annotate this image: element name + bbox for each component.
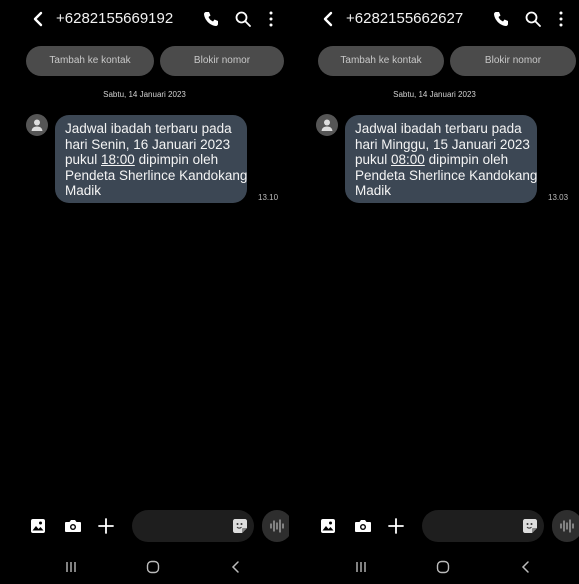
more-options-button[interactable] [556, 10, 566, 28]
search-icon [525, 11, 541, 27]
image-icon [321, 519, 335, 533]
voice-wave-icon [270, 519, 284, 533]
recents-icon [66, 562, 76, 572]
message-line: hari Minggu, 15 Januari 2023 [355, 136, 530, 152]
sender-avatar[interactable] [26, 114, 48, 136]
phone-screen-left: +6282155669192 Tambah ke kontak Blokir n… [0, 0, 289, 584]
sender-avatar[interactable] [316, 114, 338, 136]
person-icon [321, 119, 333, 131]
message-line: Jadwal ibadah terbaru pada [355, 121, 522, 136]
message-line: hari Senin, 16 Januari 2023 [65, 136, 231, 152]
home-button[interactable] [146, 560, 160, 574]
voice-wave-icon [560, 519, 574, 533]
plus-icon [98, 518, 114, 534]
search-button[interactable] [234, 10, 252, 28]
gallery-button[interactable] [30, 518, 46, 534]
back-chevron-icon [521, 561, 529, 573]
sticker-icon [523, 519, 537, 533]
home-icon [436, 560, 450, 574]
message-line: pukul 08:00 dipimpin oleh [355, 152, 537, 168]
message-line: pukul 18:00 dipimpin oleh [65, 152, 247, 168]
system-navigation-bar [0, 556, 289, 580]
more-options-button[interactable] [266, 10, 276, 28]
person-icon [31, 119, 43, 131]
recents-button[interactable] [64, 560, 78, 574]
message-line: Pendeta Sherlince Kandokang [65, 167, 248, 183]
message-text: pukul [65, 152, 102, 167]
image-icon [31, 519, 45, 533]
home-button[interactable] [436, 560, 450, 574]
camera-icon [355, 520, 371, 532]
block-number-button[interactable]: Blokir nomor [450, 46, 576, 76]
attach-more-button[interactable] [386, 516, 406, 536]
camera-button[interactable] [64, 518, 82, 534]
gallery-button[interactable] [320, 518, 336, 534]
search-button[interactable] [524, 10, 542, 28]
date-separator: Sabtu, 14 Januari 2023 [393, 90, 476, 99]
contact-phone-number: +6282155669192 [56, 10, 174, 27]
nav-back-button[interactable] [230, 560, 242, 574]
screenshot-collage: +6282155669192 Tambah ke kontak Blokir n… [0, 0, 579, 584]
message-timestamp: 13.03 [548, 193, 569, 202]
message-line: Madik [355, 183, 392, 198]
system-navigation-bar [290, 556, 579, 580]
phone-icon [204, 12, 218, 26]
message-bubble[interactable]: Jadwal ibadah terbaru pada hari Minggu, … [345, 115, 537, 203]
search-icon [235, 11, 251, 27]
sticker-icon [233, 519, 247, 533]
add-to-contacts-button[interactable]: Tambah ke kontak [318, 46, 444, 76]
voice-record-button[interactable] [552, 510, 579, 542]
back-button[interactable] [30, 10, 48, 28]
nav-back-button[interactable] [520, 560, 532, 574]
message-line: Jadwal ibadah terbaru pada [65, 121, 232, 136]
date-separator: Sabtu, 14 Januari 2023 [103, 90, 186, 99]
message-line: Pendeta Sherlince Kandokang [355, 167, 538, 183]
block-number-button[interactable]: Blokir nomor [160, 46, 284, 76]
conversation-header: +6282155662627 [290, 0, 579, 38]
contact-phone-number: +6282155662627 [346, 10, 464, 27]
camera-icon [65, 520, 81, 532]
call-button[interactable] [202, 10, 220, 28]
more-vertical-icon [559, 11, 563, 27]
message-text: dipimpin oleh [424, 152, 509, 167]
chevron-left-icon [323, 11, 333, 27]
time-link[interactable]: 18:00 [101, 152, 135, 167]
recents-button[interactable] [354, 560, 368, 574]
message-line: Madik [65, 183, 102, 198]
recents-icon [356, 562, 366, 572]
compose-bar [0, 508, 289, 544]
voice-record-button[interactable] [262, 510, 289, 542]
time-link[interactable]: 08:00 [391, 152, 425, 167]
back-chevron-icon [231, 561, 239, 573]
phone-screen-right: +6282155662627 Tambah ke kontak Blokir n… [290, 0, 579, 584]
message-bubble[interactable]: Jadwal ibadah terbaru pada hari Senin, 1… [55, 115, 247, 203]
back-button[interactable] [320, 10, 338, 28]
sticker-button[interactable] [232, 518, 248, 534]
plus-icon [388, 518, 404, 534]
compose-bar [290, 508, 579, 544]
call-button[interactable] [492, 10, 510, 28]
message-text: pukul [355, 152, 392, 167]
home-icon [146, 560, 160, 574]
sticker-button[interactable] [522, 518, 538, 534]
message-text: dipimpin oleh [134, 152, 219, 167]
message-timestamp: 13.10 [258, 193, 279, 202]
more-vertical-icon [269, 11, 273, 27]
camera-button[interactable] [354, 518, 372, 534]
add-to-contacts-button[interactable]: Tambah ke kontak [26, 46, 154, 76]
phone-icon [494, 12, 508, 26]
chevron-left-icon [33, 11, 43, 27]
conversation-header: +6282155669192 [0, 0, 289, 38]
attach-more-button[interactable] [96, 516, 116, 536]
